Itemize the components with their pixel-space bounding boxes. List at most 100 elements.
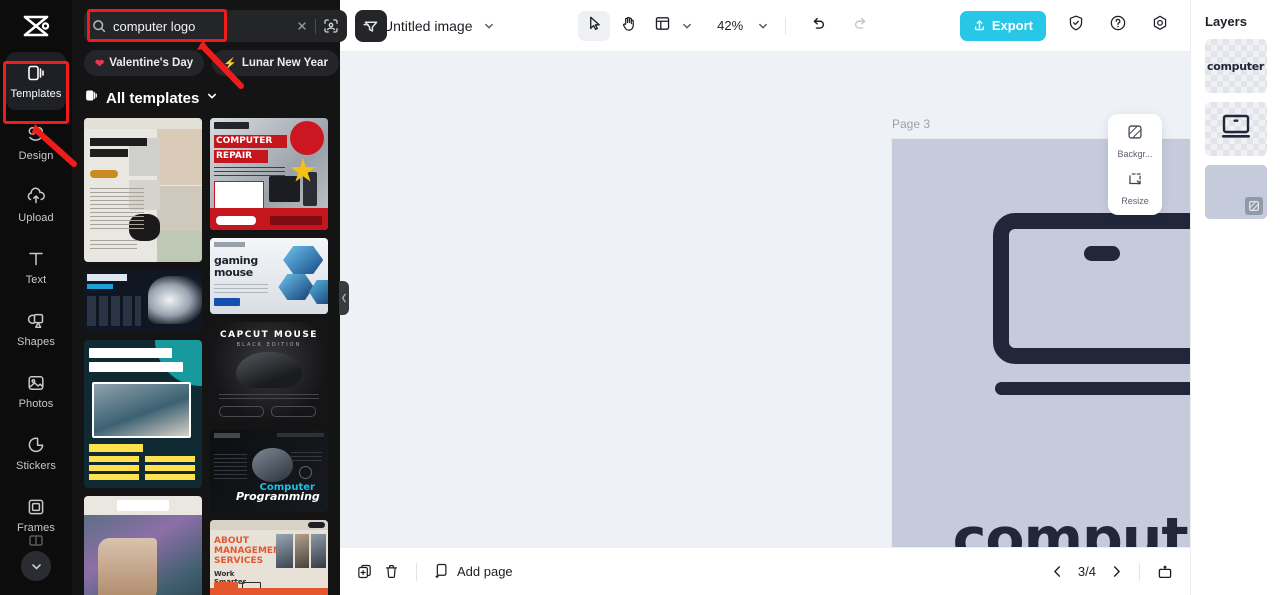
template-card[interactable]: gaming mouse bbox=[210, 238, 328, 314]
search-box[interactable] bbox=[84, 10, 347, 42]
pages-grid-icon[interactable] bbox=[1156, 563, 1174, 581]
sidebar-item-label: Photos bbox=[18, 398, 54, 410]
background-icon bbox=[1244, 197, 1263, 215]
sidebar-item-templates[interactable]: Templates bbox=[6, 52, 66, 110]
search-divider bbox=[315, 18, 316, 34]
template-card[interactable]: Computer Programming bbox=[210, 430, 328, 512]
image-search-icon[interactable] bbox=[323, 18, 339, 34]
resize-tool-label: Resize bbox=[1121, 196, 1149, 206]
prev-page-button[interactable] bbox=[1051, 565, 1064, 578]
select-tool[interactable] bbox=[578, 10, 611, 41]
add-page-icon bbox=[433, 562, 450, 582]
page-navigator: 3/4 bbox=[1051, 564, 1123, 579]
chevron-down-icon[interactable] bbox=[681, 20, 693, 32]
canvas-stage[interactable]: Page 3 comput Backgr... Resize bbox=[340, 52, 1190, 547]
export-label: Export bbox=[991, 18, 1034, 33]
templates-icon bbox=[84, 88, 99, 108]
templates-panel: ❤ Valentine's Day ⚡ Lunar New Year All t… bbox=[72, 0, 387, 595]
settings-button[interactable] bbox=[1144, 11, 1176, 41]
all-templates-label: All templates bbox=[106, 89, 200, 107]
chevron-down-icon bbox=[206, 89, 218, 107]
bottom-divider bbox=[416, 562, 417, 581]
template-card[interactable]: COMPUTER REPAIR bbox=[210, 118, 328, 230]
frames-icon bbox=[25, 496, 47, 518]
redo-button[interactable] bbox=[844, 11, 876, 41]
panel-search-row bbox=[72, 0, 387, 48]
rail-item-list: Templates Design Upload Text Shapes Phot… bbox=[0, 52, 72, 548]
chevron-down-icon[interactable] bbox=[483, 20, 495, 32]
shield-check-button[interactable] bbox=[1060, 11, 1092, 41]
sidebar-item-design[interactable]: Design bbox=[6, 114, 66, 172]
duplicate-page-icon[interactable] bbox=[356, 563, 373, 580]
layer-item-text[interactable]: computer bbox=[1204, 39, 1267, 93]
template-card[interactable]: CAPCUT MOUSE BLACK EDITION bbox=[210, 322, 328, 422]
sidebar-item-label: Upload bbox=[18, 212, 54, 224]
sidebar-item-stickers[interactable]: Stickers bbox=[6, 424, 66, 482]
page-label: Page 3 bbox=[892, 116, 931, 131]
firecracker-icon: ⚡ bbox=[223, 57, 237, 70]
chip-lunar-new-year[interactable]: ⚡ Lunar New Year bbox=[212, 50, 339, 76]
logo-wordmark: computer bbox=[952, 506, 1190, 548]
background-tool[interactable]: Backgr... bbox=[1108, 123, 1162, 159]
layer-item-laptop[interactable] bbox=[1204, 102, 1267, 156]
search-input[interactable] bbox=[113, 18, 289, 34]
sidebar-item-label: Shapes bbox=[17, 336, 55, 348]
chevron-down-icon[interactable] bbox=[21, 551, 51, 581]
rail-expand-more[interactable] bbox=[0, 551, 72, 581]
templates-icon bbox=[25, 62, 47, 84]
sidebar-item-label: Design bbox=[18, 150, 54, 162]
document-title[interactable]: Untitled image bbox=[383, 18, 473, 34]
stickers-icon bbox=[25, 434, 47, 456]
sidebar-item-text[interactable]: Text bbox=[6, 238, 66, 296]
layout-icon bbox=[654, 15, 671, 37]
help-circle-icon bbox=[1109, 14, 1127, 37]
trash-icon[interactable] bbox=[383, 563, 400, 580]
sidebar-item-shapes[interactable]: Shapes bbox=[6, 300, 66, 358]
undo-icon bbox=[810, 15, 827, 37]
panel-collapse-handle[interactable] bbox=[339, 281, 349, 315]
close-icon[interactable] bbox=[296, 20, 308, 32]
zoom-level[interactable]: 42% bbox=[713, 18, 747, 33]
layout-tool[interactable] bbox=[646, 11, 678, 41]
top-toolbar: Untitled image 42% Export bbox=[340, 0, 1190, 52]
sidebar-item-photos[interactable]: Photos bbox=[6, 362, 66, 420]
next-page-button[interactable] bbox=[1110, 565, 1123, 578]
bottom-bar: Add page 3/4 bbox=[340, 547, 1190, 595]
chevron-down-icon[interactable] bbox=[757, 20, 769, 32]
capcut-logo[interactable] bbox=[0, 0, 72, 52]
undo-button[interactable] bbox=[802, 11, 834, 41]
shapes-icon bbox=[25, 310, 47, 332]
layer-item-background[interactable] bbox=[1204, 165, 1267, 219]
add-page-button[interactable]: Add page bbox=[433, 562, 513, 582]
template-card[interactable] bbox=[84, 118, 202, 262]
template-card[interactable] bbox=[84, 270, 202, 332]
template-card[interactable] bbox=[84, 340, 202, 488]
template-card[interactable]: ABOUTMANAGEMENTSERVICES Work Smarter bbox=[210, 520, 328, 595]
template-card[interactable]: COMPUTER bbox=[84, 496, 202, 595]
hand-icon bbox=[620, 15, 637, 37]
filter-icon[interactable] bbox=[355, 10, 387, 42]
canvas-tool-group bbox=[578, 10, 693, 41]
hand-tool[interactable] bbox=[612, 11, 644, 41]
upload-icon bbox=[25, 186, 47, 208]
resize-tool[interactable]: Resize bbox=[1108, 170, 1162, 206]
sidebar-item-upload[interactable]: Upload bbox=[6, 176, 66, 234]
sidebar-item-label: Stickers bbox=[16, 460, 56, 472]
left-tool-rail: Templates Design Upload Text Shapes Phot… bbox=[0, 0, 72, 595]
chip-label: Valentine's Day bbox=[109, 57, 194, 69]
all-templates-dropdown[interactable]: All templates bbox=[72, 84, 340, 118]
add-page-label: Add page bbox=[457, 564, 513, 579]
toolbar-divider bbox=[785, 16, 787, 35]
chip-valentines-day[interactable]: ❤ Valentine's Day bbox=[84, 50, 205, 76]
search-icon bbox=[92, 19, 106, 33]
bottom-divider bbox=[1139, 562, 1140, 581]
layers-title: Layers bbox=[1205, 14, 1247, 29]
resize-icon bbox=[1126, 170, 1144, 193]
template-column-right: COMPUTER REPAIR gaming mouse CAPCUT MOUS… bbox=[210, 118, 328, 595]
settings-icon bbox=[1151, 14, 1169, 37]
capcut-editor-window: Templates Design Upload Text Shapes Phot… bbox=[0, 0, 1280, 595]
export-button[interactable]: Export bbox=[959, 10, 1047, 41]
help-button[interactable] bbox=[1102, 11, 1134, 41]
redo-icon bbox=[852, 15, 869, 37]
layer-text-preview: computer bbox=[1207, 59, 1264, 73]
